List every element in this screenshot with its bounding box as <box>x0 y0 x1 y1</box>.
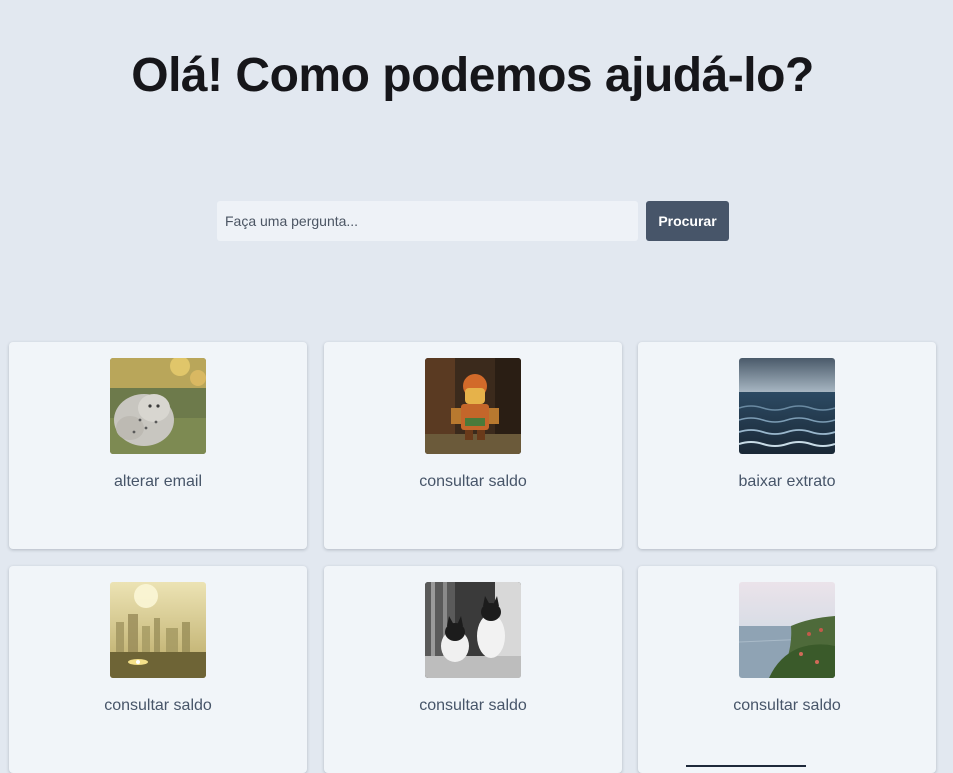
search-bar: Procurar <box>217 201 729 241</box>
snow-leopard-photo <box>110 358 206 454</box>
search-button[interactable]: Procurar <box>646 201 729 241</box>
topic-card-alterar-email[interactable]: alterar email <box>9 342 307 549</box>
card-label: baixar extrato <box>738 473 836 490</box>
card-label: consultar saldo <box>419 697 527 714</box>
search-input[interactable] <box>217 201 638 241</box>
lego-minifigure-photo <box>425 358 521 454</box>
topic-card-consultar-saldo[interactable]: consultar saldo <box>324 566 622 773</box>
card-label: consultar saldo <box>419 473 527 490</box>
hazy-city-skyline-photo <box>110 582 206 678</box>
topic-card-consultar-saldo[interactable]: consultar saldo <box>9 566 307 773</box>
ocean-waves-photo <box>739 358 835 454</box>
coastal-cliff-photo <box>739 582 835 678</box>
card-label: consultar saldo <box>104 697 212 714</box>
topic-card-consultar-saldo[interactable]: consultar saldo <box>324 342 622 549</box>
page-title: Olá! Como podemos ajudá-lo? <box>131 49 814 102</box>
topic-card-consultar-saldo[interactable]: consultar saldo <box>638 566 936 773</box>
black-white-cats-photo <box>425 582 521 678</box>
card-label: consultar saldo <box>733 697 841 714</box>
card-label: alterar email <box>113 473 203 490</box>
topic-card-baixar-extrato[interactable]: baixar extrato <box>638 342 936 549</box>
